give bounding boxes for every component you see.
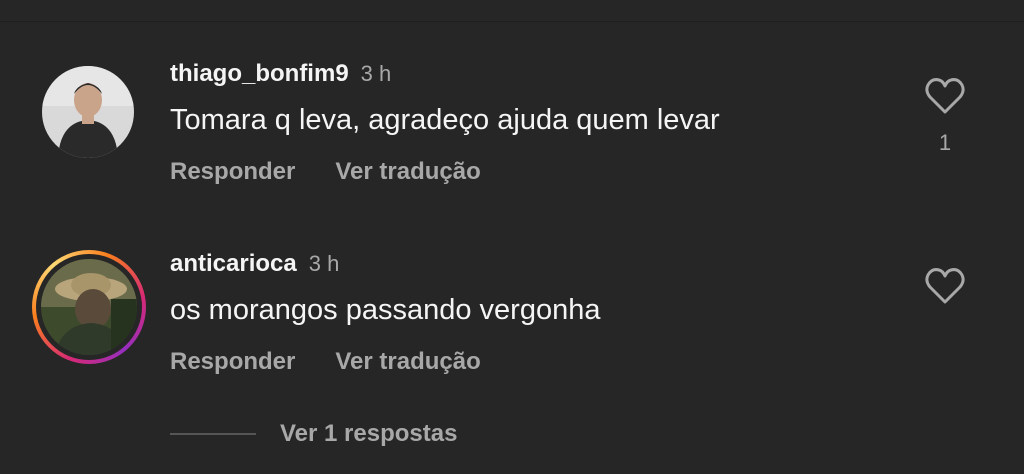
avatar-image [41,259,137,355]
avatar-image [42,66,134,158]
reply-button[interactable]: Responder [170,348,295,375]
timestamp: 3 h [360,61,392,86]
heart-outline-icon[interactable] [924,76,966,116]
comment-header: anticarioca 3 h [170,250,339,278]
username[interactable]: thiago_bonfim9 [170,60,349,87]
like-count: 1 [938,130,952,155]
view-replies[interactable]: Ver 1 respostas [170,420,457,448]
replies-divider [170,433,256,435]
story-ring[interactable] [32,250,146,364]
view-replies-button[interactable]: Ver 1 respostas [280,420,457,447]
comment-text: os morangos passando vergonha [170,294,601,326]
story-ring-gap [36,254,142,360]
avatar[interactable] [41,259,137,355]
top-divider [0,21,1024,22]
avatar[interactable] [42,66,134,158]
comment-actions: Responder Ver tradução [170,348,481,376]
see-translation-button[interactable]: Ver tradução [335,158,480,185]
heart-outline-icon[interactable] [924,266,966,306]
see-translation-button[interactable]: Ver tradução [335,348,480,375]
reply-button[interactable]: Responder [170,158,295,185]
comment-header: thiago_bonfim9 3 h [170,60,391,88]
comment-actions: Responder Ver tradução [170,158,481,186]
comment-text: Tomara q leva, agradeço ajuda quem levar [170,104,720,136]
username[interactable]: anticarioca [170,250,297,277]
timestamp: 3 h [308,251,340,276]
